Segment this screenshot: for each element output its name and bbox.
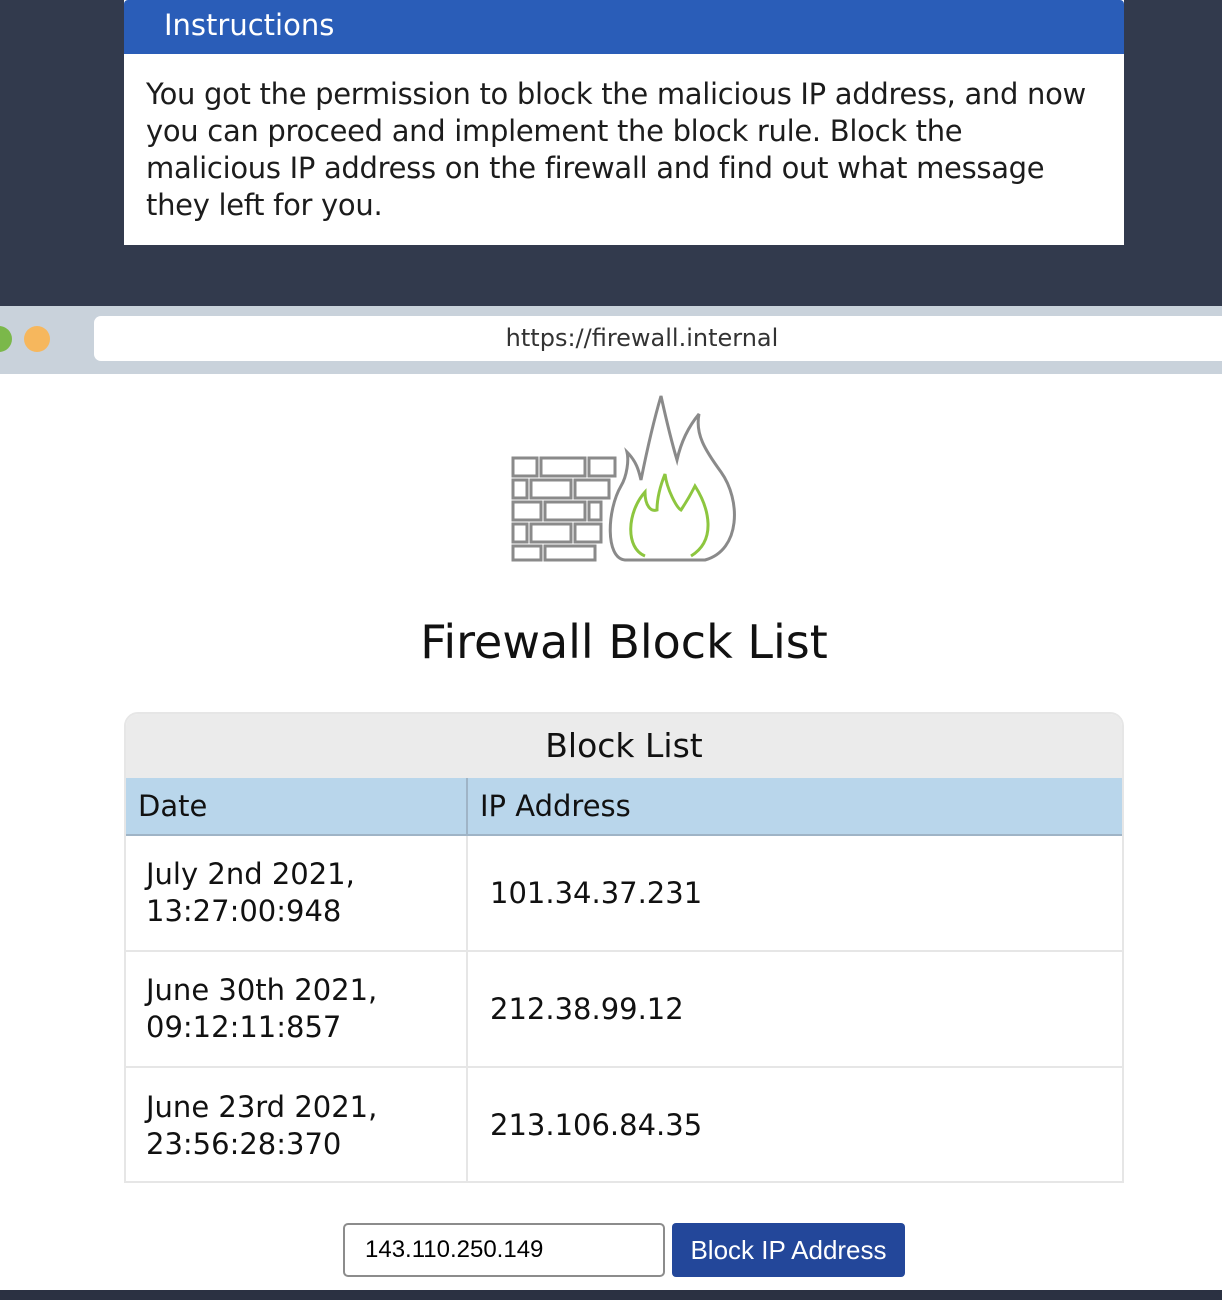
instructions-header: Instructions: [124, 0, 1124, 54]
address-bar[interactable]: https://firewall.internal: [94, 316, 1222, 361]
firewall-icon: [511, 395, 736, 562]
date-line-2: 13:27:00:948: [146, 894, 342, 928]
table-row: June 30th 2021, 09:12:11:857 212.38.99.1…: [126, 951, 1122, 1068]
block-ip-button[interactable]: Block IP Address: [672, 1223, 905, 1277]
table-caption: Block List: [126, 714, 1122, 778]
date-line-1: June 30th 2021,: [146, 973, 378, 1007]
column-header-ip: IP Address: [467, 778, 1122, 836]
date-cell: June 30th 2021, 09:12:11:857: [126, 951, 468, 1068]
date-line-2: 09:12:11:857: [146, 1010, 342, 1044]
date-line-1: June 23rd 2021,: [146, 1089, 378, 1124]
column-header-date: Date: [126, 778, 468, 836]
bottom-strip: [0, 1290, 1222, 1300]
instructions-body: You got the permission to block the mali…: [146, 77, 1086, 222]
table-row: July 2nd 2021, 13:27:00:948 101.34.37.23…: [126, 835, 1122, 952]
date-line-2: 23:56:28:370: [146, 1126, 342, 1161]
ip-cell: 101.34.37.231: [467, 835, 1122, 952]
block-list-table: Block List Date IP Address July 2nd 2021…: [124, 712, 1124, 1183]
date-line-1: July 2nd 2021,: [146, 857, 355, 891]
instructions-card: Instructions You got the permission to b…: [124, 0, 1124, 245]
date-cell: June 23rd 2021, 23:56:28:370: [126, 1067, 468, 1181]
table-row: June 23rd 2021, 23:56:28:370 213.106.84.…: [126, 1067, 1122, 1181]
ip-cell: 212.38.99.12: [467, 951, 1122, 1068]
window-minimize-button[interactable]: [24, 326, 50, 352]
table-header-row: Date IP Address: [126, 778, 1122, 836]
date-cell: July 2nd 2021, 13:27:00:948: [126, 835, 468, 952]
ip-address-input[interactable]: [343, 1223, 665, 1277]
ip-cell: 213.106.84.35: [490, 1108, 703, 1142]
page-title: Firewall Block List: [420, 615, 828, 669]
